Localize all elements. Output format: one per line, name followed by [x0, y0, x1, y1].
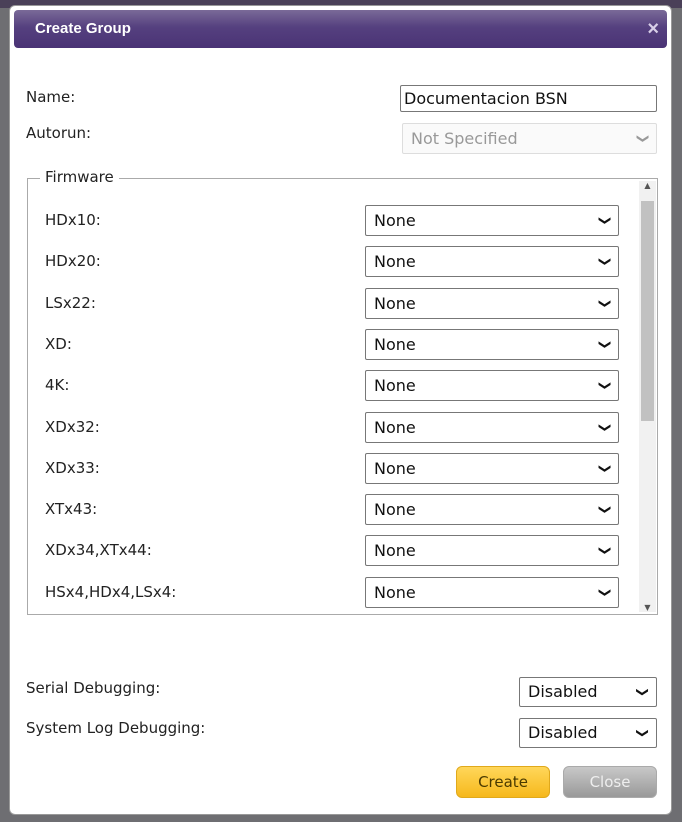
firmware-label: LSx22: — [45, 293, 96, 312]
firmware-value: None — [374, 334, 416, 354]
firmware-label: XDx33: — [45, 458, 100, 477]
chevron-down-icon: ❯ — [635, 727, 650, 739]
dialog-title-bar: Create Group × — [14, 10, 667, 48]
scrollbar[interactable]: ▲ ▼ — [639, 181, 656, 612]
firmware-select[interactable]: None ❯ — [365, 246, 619, 278]
chevron-down-icon: ❯ — [598, 463, 613, 474]
firmware-label: XD: — [45, 334, 72, 353]
chevron-down-icon: ❯ — [598, 587, 613, 598]
scrollbar-thumb[interactable] — [641, 201, 654, 421]
dialog-title: Create Group — [35, 20, 131, 37]
firmware-select[interactable]: None ❯ — [365, 576, 619, 608]
chevron-down-icon: ❯ — [635, 686, 650, 698]
firmware-select[interactable]: None ❯ — [365, 411, 619, 443]
serial-value: Disabled — [528, 682, 598, 701]
chevron-down-icon: ❯ — [636, 133, 651, 144]
create-button[interactable]: Create — [456, 766, 550, 798]
firmware-select[interactable]: None ❯ — [365, 328, 619, 360]
autorun-label: Autorun: — [26, 124, 92, 142]
firmware-select[interactable]: None ❯ — [365, 452, 619, 484]
firmware-select[interactable]: None ❯ — [365, 535, 619, 567]
firmware-legend: Firmware — [40, 168, 119, 186]
firmware-label: XTx43: — [45, 500, 98, 519]
firmware-label: HSx4,HDx4,LSx4: — [45, 582, 177, 601]
chevron-down-icon: ❯ — [598, 504, 613, 515]
close-button[interactable]: Close — [563, 766, 657, 798]
autorun-value: Not Specified — [411, 129, 518, 148]
firmware-value: None — [374, 293, 416, 313]
autorun-select[interactable]: Not Specified ❯ — [402, 123, 657, 154]
chevron-down-icon: ❯ — [598, 298, 613, 309]
name-label: Name: — [26, 88, 76, 106]
serial-debugging-label: Serial Debugging: — [26, 679, 161, 697]
chevron-down-icon: ❯ — [598, 421, 613, 433]
serial-debugging-select[interactable]: Disabled ❯ — [519, 677, 657, 707]
chevron-down-icon: ❯ — [598, 545, 613, 556]
firmware-value: None — [374, 582, 416, 602]
firmware-label: HDx20: — [45, 252, 101, 271]
firmware-label: 4K: — [45, 376, 70, 395]
system-log-debugging-select[interactable]: Disabled ❯ — [519, 718, 657, 748]
firmware-label: XDx34,XTx44: — [45, 541, 152, 560]
syslog-value: Disabled — [528, 723, 598, 742]
system-log-debugging-label: System Log Debugging: — [26, 719, 206, 737]
create-group-dialog: Create Group × Name: Documentacion BSN Au… — [9, 5, 672, 815]
firmware-value: None — [374, 500, 416, 520]
firmware-select[interactable]: None ❯ — [365, 287, 619, 319]
chevron-down-icon: ❯ — [598, 339, 613, 350]
firmware-value: None — [374, 458, 416, 478]
name-input[interactable]: Documentacion BSN — [400, 85, 657, 112]
chevron-down-icon: ❯ — [598, 256, 613, 267]
chevron-down-icon: ❯ — [598, 215, 613, 226]
firmware-value: None — [374, 252, 416, 272]
firmware-value: None — [374, 541, 416, 561]
firmware-value: None — [374, 417, 416, 437]
firmware-select[interactable]: None ❯ — [365, 370, 619, 402]
firmware-select[interactable]: None ❯ — [365, 205, 619, 236]
firmware-fieldset: Firmware HDx10: None ❯ HDx20: None ❯ LSx22: Non… — [27, 168, 658, 615]
firmware-value: None — [374, 376, 416, 396]
close-icon[interactable]: × — [647, 10, 659, 48]
firmware-value: None — [374, 211, 416, 230]
firmware-label: HDx10: — [45, 211, 101, 229]
chevron-down-icon: ❯ — [598, 380, 613, 391]
firmware-label: XDx32: — [45, 417, 100, 436]
firmware-select[interactable]: None ❯ — [365, 494, 619, 526]
